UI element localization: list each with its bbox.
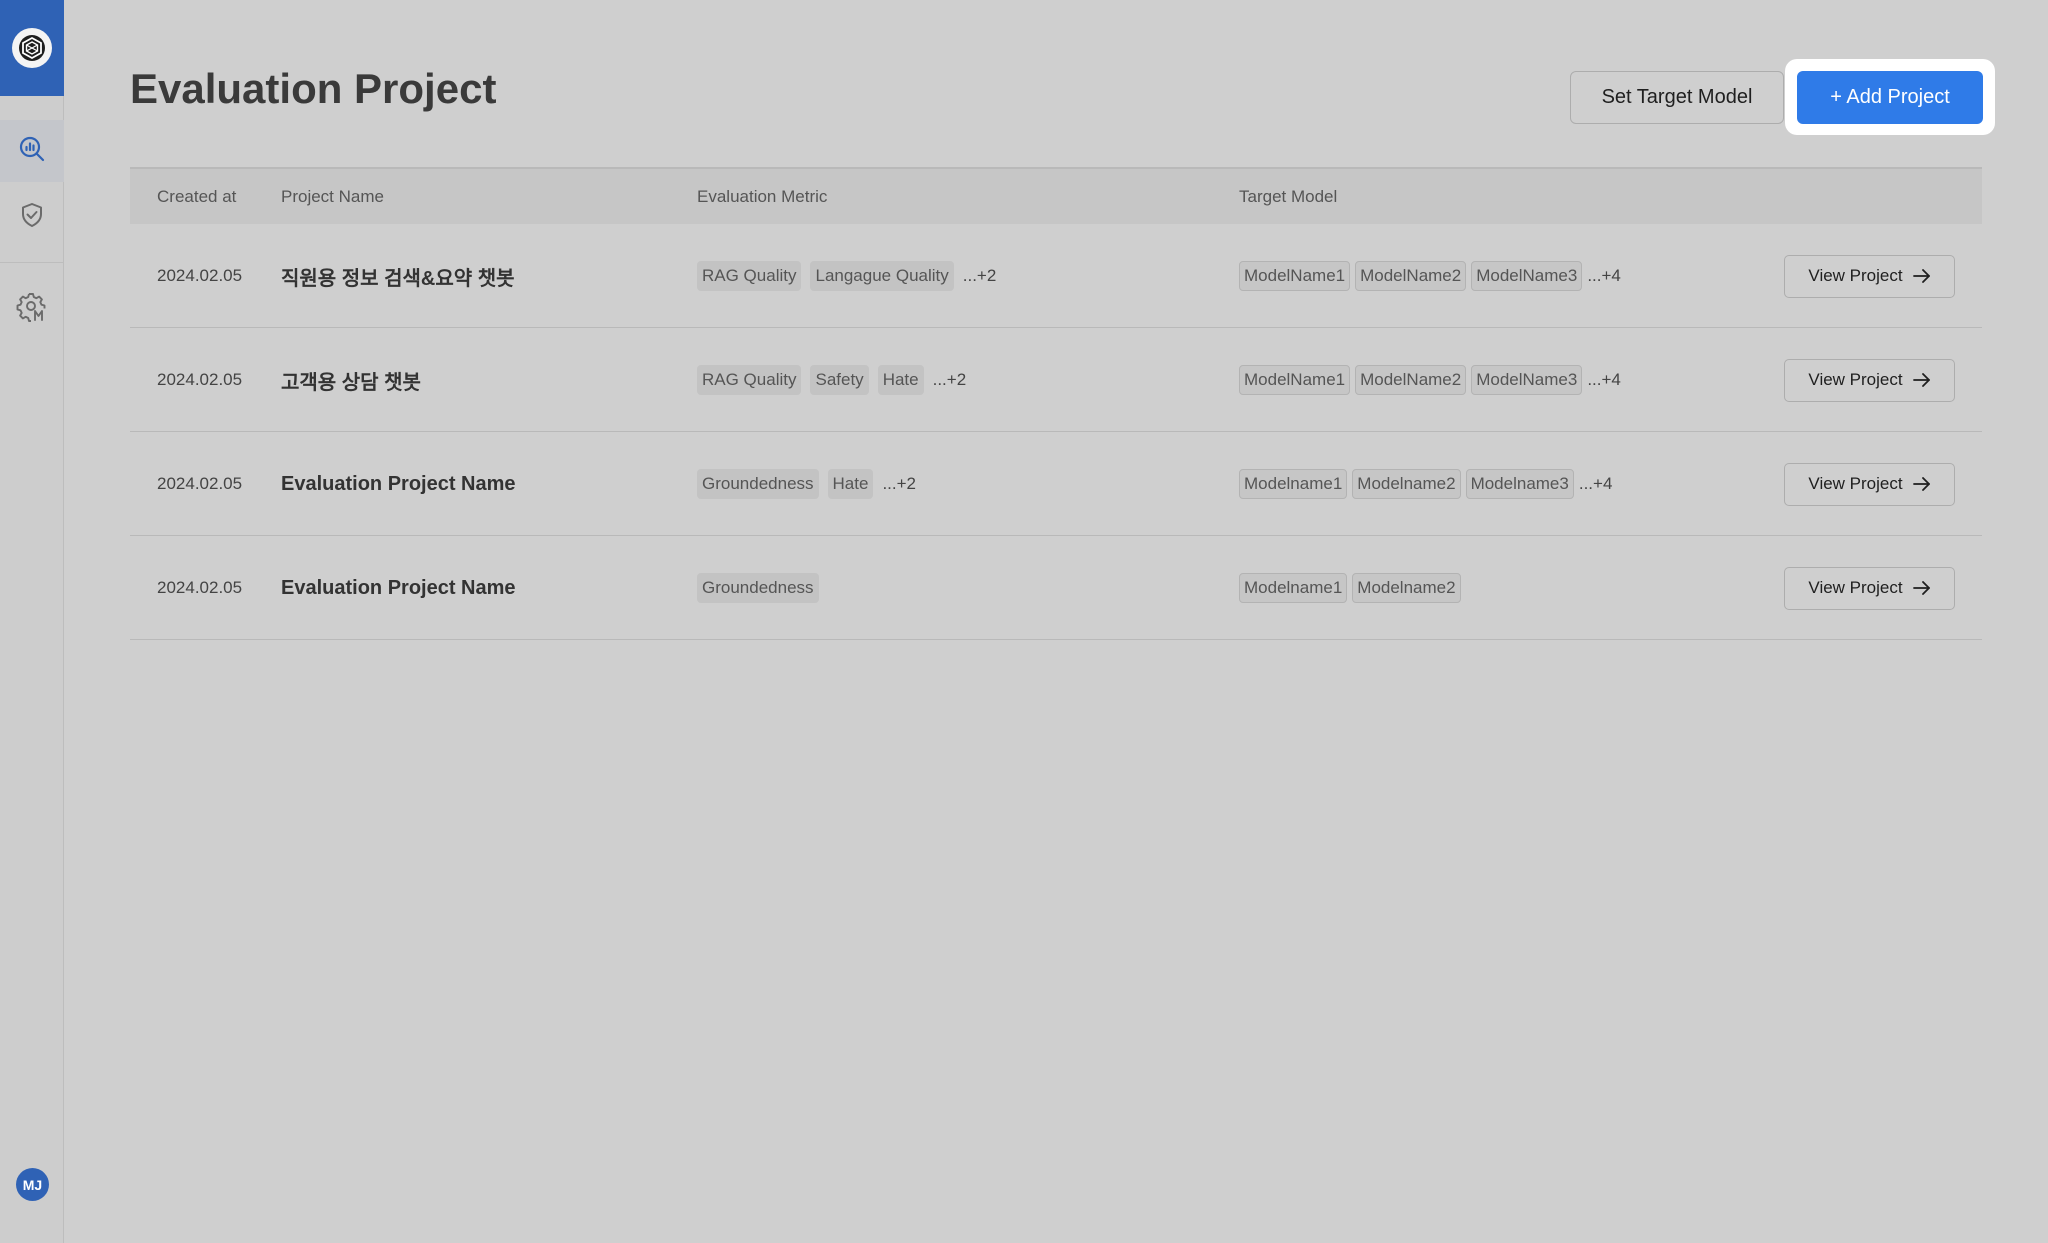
view-project-button[interactable]: View Project [1784, 462, 1955, 506]
arrow-right-icon [1912, 581, 1931, 595]
model-more-count: ...+4 [1587, 370, 1621, 389]
metric-chip: RAG Quality [697, 260, 802, 292]
metric-chip: Hate [877, 364, 924, 396]
model-chip: ModelName3 [1471, 364, 1583, 396]
project-name-cell: Evaluation Project Name [281, 576, 516, 599]
evaluation-metric-cell: Groundedness Hate ...+2 [697, 432, 916, 536]
metric-chip: Safety [810, 364, 869, 396]
gear-model-icon [16, 291, 48, 328]
shield-check-icon [18, 201, 46, 234]
sidebar-divider [0, 262, 64, 263]
metric-chip: Groundedness [697, 572, 819, 604]
view-project-label: View Project [1808, 370, 1903, 389]
metric-more-count: ...+2 [882, 474, 917, 493]
model-chip: Modelname3 [1465, 468, 1574, 500]
view-project-button[interactable]: View Project [1784, 566, 1955, 610]
nav-safety[interactable] [0, 186, 64, 248]
page-title: Evaluation Project [130, 65, 497, 112]
projects-table: Created at Project Name Evaluation Metri… [130, 167, 1982, 640]
column-header-project-name: Project Name [281, 187, 384, 206]
model-chip: Modelname2 [1352, 572, 1461, 604]
add-project-button[interactable]: + Add Project [1797, 71, 1983, 124]
created-at-cell: 2024.02.05 [157, 266, 243, 285]
arrow-right-icon [1912, 269, 1931, 283]
model-chip: ModelName3 [1471, 260, 1583, 292]
model-chip: ModelName1 [1239, 364, 1351, 396]
model-chip: ModelName1 [1239, 260, 1351, 292]
arrow-right-icon [1912, 373, 1931, 387]
model-more-count: ...+4 [1578, 474, 1613, 493]
model-chip: Modelname2 [1352, 468, 1461, 500]
model-chip: Modelname1 [1239, 468, 1348, 500]
column-header-created-at: Created at [157, 187, 237, 206]
analytics-search-icon [17, 134, 47, 169]
sidebar: MJ [0, 0, 64, 1243]
table-row: 2024.02.05 고객용 상담 챗봇 RAG Quality Safety Hate… [130, 328, 1982, 432]
view-project-label: View Project [1808, 578, 1903, 597]
project-name-cell: Evaluation Project Name [281, 472, 516, 495]
table-header: Created at Project Name Evaluation Metri… [130, 167, 1982, 224]
table-row: 2024.02.05 Evaluation Project Name Grounde… [130, 536, 1982, 640]
action-cell: View Project [1784, 432, 1955, 536]
nav-model-settings[interactable] [0, 278, 64, 340]
model-more-count: ...+4 [1587, 266, 1621, 285]
logo-block[interactable] [0, 0, 64, 96]
model-chip: ModelName2 [1355, 364, 1467, 396]
model-chip: ModelName2 [1355, 260, 1467, 292]
view-project-label: View Project [1808, 474, 1903, 493]
avatar[interactable]: MJ [16, 1168, 49, 1201]
metric-chip: Groundedness [697, 468, 819, 500]
model-chip: Modelname1 [1239, 572, 1348, 604]
view-project-button[interactable]: View Project [1784, 254, 1955, 298]
created-at-cell: 2024.02.05 [157, 370, 243, 389]
evaluation-metric-cell: RAG Quality Langague Quality ...+2 [697, 224, 996, 328]
view-project-label: View Project [1808, 266, 1903, 285]
action-cell: View Project [1784, 224, 1955, 328]
evaluation-metric-cell: RAG Quality Safety Hate ...+2 [697, 328, 966, 432]
column-header-evaluation-metric: Evaluation Metric [697, 187, 828, 206]
column-header-target-model: Target Model [1239, 187, 1338, 206]
metric-chip: Langague Quality [810, 260, 954, 292]
metric-more-count: ...+2 [962, 266, 997, 285]
metric-chip: RAG Quality [697, 364, 802, 396]
table-row: 2024.02.05 Evaluation Project Name Grounde… [130, 432, 1982, 536]
table-body: 2024.02.05 직원용 정보 검색&요약 챗봇 RAG Quality Lang… [130, 224, 1982, 640]
nav-evaluation[interactable] [0, 120, 64, 182]
arrow-right-icon [1912, 477, 1931, 491]
logo-icon [12, 28, 52, 68]
created-at-cell: 2024.02.05 [157, 578, 243, 597]
table-row: 2024.02.05 직원용 정보 검색&요약 챗봇 RAG Quality Lang… [130, 224, 1982, 328]
evaluation-metric-cell: Groundedness [697, 536, 828, 640]
action-cell: View Project [1784, 328, 1955, 432]
project-name-cell: 직원용 정보 검색&요약 챗봇 [281, 267, 515, 290]
target-model-cell: ModelName1 ModelName2 ModelName3 ...+4 [1239, 224, 1621, 328]
metric-more-count: ...+2 [932, 370, 967, 389]
target-model-cell: ModelName1 ModelName2 ModelName3 ...+4 [1239, 328, 1621, 432]
project-name-cell: 고객용 상담 챗봇 [281, 371, 421, 394]
metric-chip: Hate [827, 468, 874, 500]
action-cell: View Project [1784, 536, 1955, 640]
created-at-cell: 2024.02.05 [157, 474, 243, 493]
view-project-button[interactable]: View Project [1784, 358, 1955, 402]
target-model-cell: Modelname1 Modelname2 Modelname3 ...+4 [1239, 432, 1612, 536]
set-target-model-button[interactable]: Set Target Model [1570, 71, 1784, 124]
target-model-cell: Modelname1 Modelname2 [1239, 536, 1466, 640]
